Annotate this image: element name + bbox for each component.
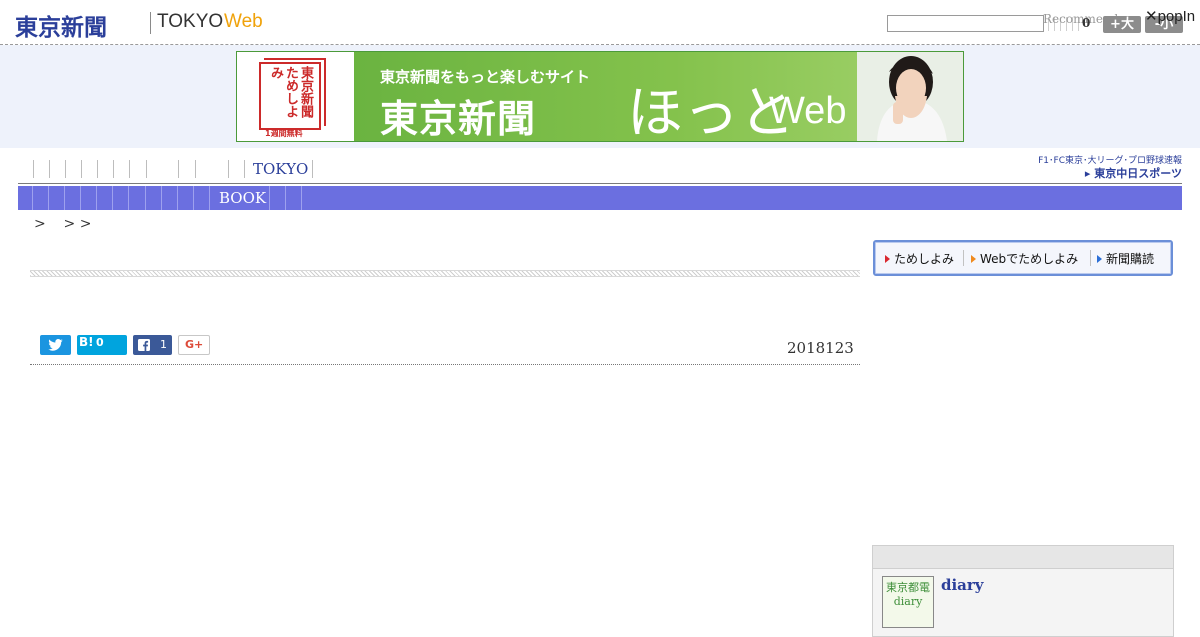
category-divider bbox=[80, 186, 81, 210]
banner-trial-panel: 東京新聞ためしよみ 1週間無料 bbox=[237, 52, 354, 141]
logo-divider bbox=[150, 12, 151, 34]
nav-item-divider bbox=[65, 160, 66, 178]
chunichi-sports-link[interactable]: F1･FC東京･大リーグ･プロ野球速報 ▸ 東京中日スポーツ bbox=[1020, 153, 1182, 181]
article-date: 2018123 bbox=[787, 339, 854, 357]
sports-logo-text: ▸ 東京中日スポーツ bbox=[1084, 167, 1182, 180]
top-bar: 東京新聞 TOKYO Web Recommend 0 +大 -小 ✕popIn bbox=[0, 0, 1200, 45]
nav-item-divider bbox=[81, 160, 82, 178]
hot-web-banner[interactable]: 東京新聞ためしよみ 1週間無料 東京新聞をもっと楽しむサイト 東京新聞 ほっと … bbox=[236, 51, 964, 142]
popin-close-button[interactable]: ✕popIn bbox=[1145, 7, 1195, 25]
nav-item-divider bbox=[33, 160, 34, 178]
nav-item-divider bbox=[49, 160, 50, 178]
banner-trial-text: 東京新聞ためしよみ bbox=[268, 66, 313, 118]
nav-item-divider bbox=[228, 160, 229, 178]
category-book[interactable]: BOOK bbox=[219, 189, 266, 207]
nav-item-tokyo[interactable]: TOKYO bbox=[253, 160, 308, 178]
category-divider bbox=[177, 186, 178, 210]
category-divider bbox=[64, 186, 65, 210]
category-divider bbox=[301, 186, 302, 210]
arrow-right-icon bbox=[1097, 255, 1102, 263]
facebook-icon bbox=[138, 339, 150, 351]
facebook-share-button[interactable]: 1 bbox=[133, 335, 172, 355]
sidebar-box-header bbox=[873, 546, 1173, 569]
google-plus-icon: G+ bbox=[185, 338, 204, 351]
sidebar-diary-box: 東京都電diary diary bbox=[872, 545, 1174, 637]
nav-item-divider bbox=[195, 160, 196, 178]
category-bar bbox=[18, 186, 1182, 210]
hatena-count: 0 bbox=[96, 336, 104, 349]
category-divider bbox=[161, 186, 162, 210]
hatena-bookmark-icon: B! bbox=[79, 335, 94, 349]
banner-main-title: 東京新聞 bbox=[380, 97, 537, 141]
diary-thumbnail[interactable]: 東京都電diary bbox=[882, 576, 934, 628]
category-divider bbox=[32, 186, 33, 210]
nav-item-divider bbox=[97, 160, 98, 178]
arrow-right-icon bbox=[971, 255, 976, 263]
banner-web-text: Web bbox=[769, 90, 847, 132]
subscription-nav-divider bbox=[963, 250, 964, 266]
web-trial-read-label: Webでためしよみ bbox=[980, 252, 1079, 266]
category-divider bbox=[96, 186, 97, 210]
nav-item-divider bbox=[178, 160, 179, 178]
google-plus-share-button[interactable]: G+ bbox=[178, 335, 210, 355]
font-size-up-button[interactable]: +大 bbox=[1103, 16, 1141, 33]
nav-item-divider bbox=[146, 160, 147, 178]
banner-free-text: 1週間無料 bbox=[265, 129, 303, 138]
trial-read-label: ためしよみ bbox=[894, 252, 955, 266]
category-divider bbox=[193, 186, 194, 210]
nav-item-divider bbox=[244, 160, 245, 178]
nav-item-divider bbox=[113, 160, 114, 178]
nav-divider bbox=[18, 183, 1182, 184]
article-title-rule bbox=[30, 270, 860, 277]
arrow-right-icon bbox=[885, 255, 890, 263]
hatena-bookmark-button[interactable]: B! 0 bbox=[77, 335, 127, 355]
diary-title-link[interactable]: diary bbox=[941, 576, 984, 594]
banner-subtitle: 東京新聞をもっと楽しむサイト bbox=[380, 68, 591, 86]
category-divider bbox=[285, 186, 286, 210]
search-input[interactable] bbox=[887, 15, 1044, 32]
logo-tokyo-text[interactable]: TOKYO bbox=[157, 11, 223, 33]
diary-thumbnail-text: 東京都電diary bbox=[886, 581, 930, 608]
twitter-icon bbox=[48, 339, 63, 351]
category-divider bbox=[269, 186, 270, 210]
subscribe-link[interactable]: 新聞購読 bbox=[1097, 250, 1154, 267]
web-trial-read-link[interactable]: Webでためしよみ bbox=[971, 250, 1078, 267]
article-meta-divider bbox=[30, 364, 860, 365]
banner-model-photo bbox=[857, 52, 963, 141]
category-divider bbox=[145, 186, 146, 210]
twitter-share-button[interactable] bbox=[40, 335, 71, 355]
logo-web-text[interactable]: Web bbox=[224, 11, 263, 33]
site-logo[interactable]: 東京新聞 bbox=[15, 8, 107, 42]
subscribe-label: 新聞購読 bbox=[1106, 252, 1155, 266]
category-divider bbox=[48, 186, 49, 210]
category-divider bbox=[209, 186, 210, 210]
subscription-nav-divider bbox=[1090, 250, 1091, 266]
breadcrumb: > > > bbox=[34, 216, 92, 232]
nav-item-divider bbox=[129, 160, 130, 178]
category-divider bbox=[128, 186, 129, 210]
subscription-nav: ためしよみ Webでためしよみ 新聞購読 bbox=[873, 240, 1173, 276]
nav-item-divider bbox=[312, 160, 313, 178]
search-count: 0 bbox=[1082, 16, 1091, 30]
trial-read-link[interactable]: ためしよみ bbox=[885, 250, 954, 267]
category-divider bbox=[112, 186, 113, 210]
facebook-count: 1 bbox=[160, 338, 167, 351]
